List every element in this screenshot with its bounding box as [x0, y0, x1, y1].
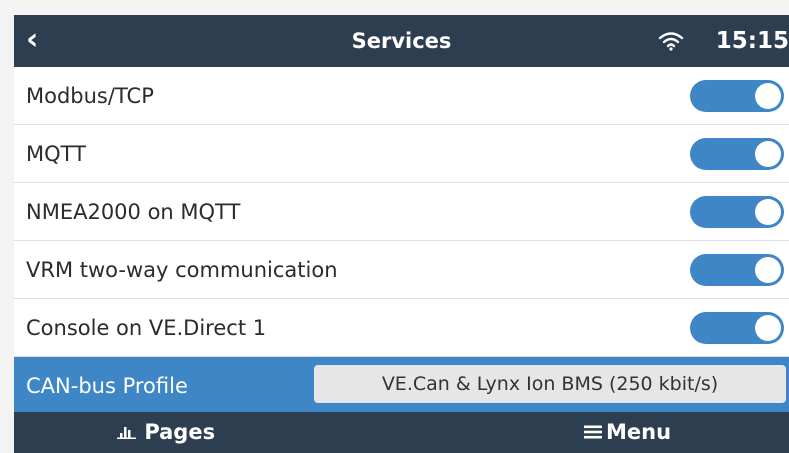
menu-button[interactable]: Menu: [584, 412, 671, 453]
service-row-nmea2000-on-mqtt[interactable]: NMEA2000 on MQTT: [14, 183, 789, 241]
top-bar: ‹ Services 15:15: [14, 15, 789, 67]
service-row-mqtt[interactable]: MQTT: [14, 125, 789, 183]
service-label: NMEA2000 on MQTT: [26, 200, 241, 224]
service-label: Console on VE.Direct 1: [26, 316, 267, 340]
hamburger-menu-icon: [584, 425, 602, 439]
modbus-tcp-toggle[interactable]: [690, 80, 784, 112]
service-label: Modbus/TCP: [26, 84, 154, 108]
service-row-console-vedirect[interactable]: Console on VE.Direct 1: [14, 299, 789, 357]
toggle-knob: [755, 141, 781, 167]
toggle-knob: [755, 83, 781, 109]
service-label: VRM two-way communication: [26, 258, 338, 282]
services-list: Modbus/TCP MQTT NMEA2000 on MQTT VRM two…: [14, 67, 789, 414]
toggle-knob: [755, 315, 781, 341]
bottom-bar: Pages Menu: [14, 412, 789, 453]
can-bus-profile-value[interactable]: VE.Can & Lynx Ion BMS (250 kbit/s): [314, 365, 786, 403]
device-screen: ‹ Services 15:15 Modbus/TCP MQTT NMEA200…: [14, 15, 789, 453]
can-bus-profile-label: CAN-bus Profile: [26, 374, 188, 398]
mqtt-toggle[interactable]: [690, 138, 784, 170]
console-vedirect-toggle[interactable]: [690, 312, 784, 344]
can-bus-profile-row[interactable]: CAN-bus Profile VE.Can & Lynx Ion BMS (2…: [14, 357, 789, 414]
nmea2000-mqtt-toggle[interactable]: [690, 196, 784, 228]
pages-button[interactable]: Pages: [117, 412, 215, 453]
wifi-icon: [658, 32, 683, 51]
service-row-vrm-two-way[interactable]: VRM two-way communication: [14, 241, 789, 299]
toggle-knob: [755, 257, 781, 283]
clock: 15:15: [715, 28, 789, 54]
service-row-modbus-tcp[interactable]: Modbus/TCP: [14, 67, 789, 125]
service-label: MQTT: [26, 142, 86, 166]
menu-label: Menu: [606, 420, 672, 444]
toggle-knob: [755, 199, 781, 225]
status-area: 15:15: [658, 27, 789, 55]
vrm-two-way-toggle[interactable]: [690, 254, 784, 286]
bar-chart-icon: [117, 427, 136, 439]
pages-label: Pages: [144, 420, 216, 444]
